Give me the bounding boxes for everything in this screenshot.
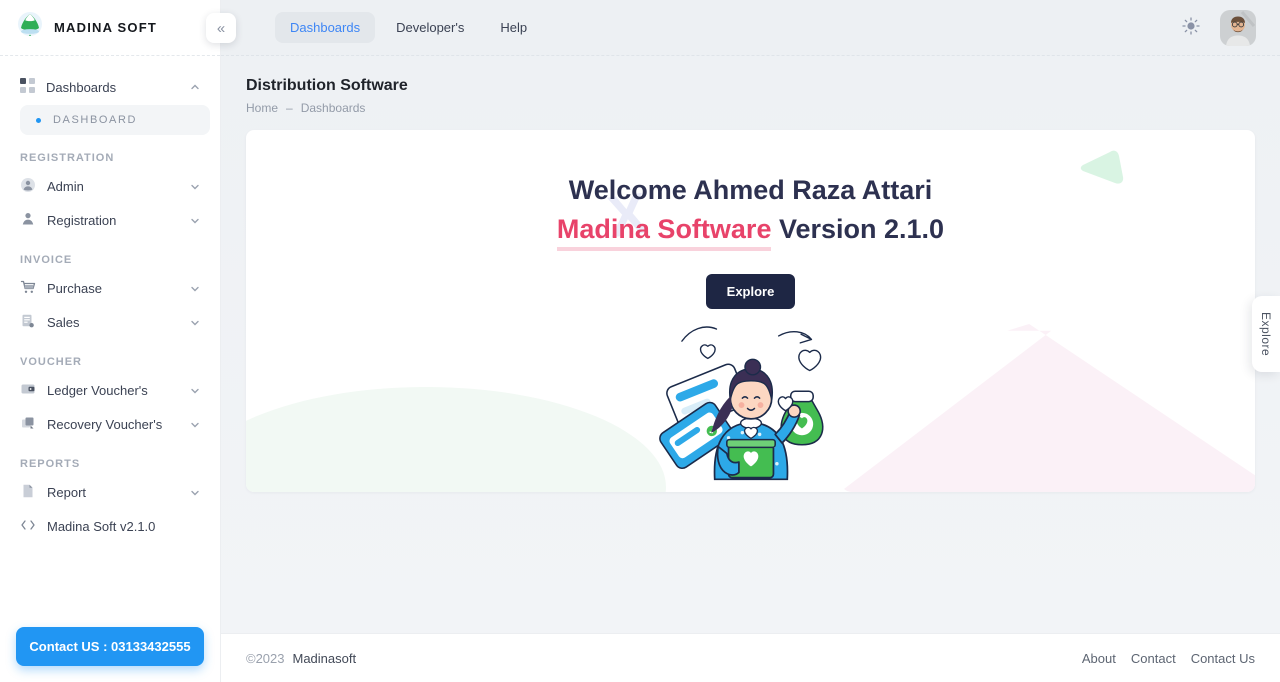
chevron-down-icon [190,216,200,226]
section-registration: REGISTRATION [10,152,210,164]
sidebar-item-label: Purchase [47,281,179,296]
tab-developers[interactable]: Developer's [381,12,479,43]
explore-side-tab-label: Explore [1259,312,1273,356]
documents-icon [20,415,36,434]
page-title: Distribution Software [246,77,1255,95]
breadcrumb: Home – Dashboards [246,101,1255,115]
sidebar-subitem-dashboard[interactable]: DASHBOARD [20,105,210,135]
sidebar-collapse-button[interactable]: « [206,13,236,43]
sidebar-item-ledger-vouchers[interactable]: Ledger Voucher's [10,374,210,407]
sidebar-item-label: Ledger Voucher's [47,383,179,398]
welcome-text: Welcome Ahmed Raza Attari Madina Softwar… [246,130,1255,483]
topbar-tabs: Dashboards Developer's Help [275,12,542,43]
tab-help[interactable]: Help [485,12,542,43]
chevron-down-icon [190,318,200,328]
sidebar-item-sales[interactable]: Sales [10,306,210,339]
grid-icon [20,78,35,96]
chevron-down-icon [190,182,200,192]
sidebar-subitem-label: DASHBOARD [53,114,137,126]
sidebar-item-label: Recovery Voucher's [47,417,179,432]
explore-side-tab[interactable]: Explore [1252,296,1280,372]
invoice-icon [20,313,36,332]
footer-link-about[interactable]: About [1082,651,1116,666]
sidebar-item-dashboards[interactable]: Dashboards [10,71,210,103]
welcome-card: X Welcome Ahmed Raza Attari Madina Softw… [246,130,1255,492]
document-icon [20,483,36,502]
content-area: Distribution Software Home – Dashboards … [221,56,1280,633]
breadcrumb-home[interactable]: Home [246,101,278,115]
person-icon [20,211,36,230]
footer: ©2023 Madinasoft About Contact Contact U… [221,633,1280,682]
sidebar-menu: Dashboards DASHBOARD REGISTRATION [0,56,220,682]
welcome-illustration [656,315,846,483]
footer-link-contact[interactable]: Contact [1131,651,1176,666]
copyright-text: ©2023 [246,651,285,666]
breadcrumb-separator: – [286,101,293,115]
sidebar-item-label: Admin [47,179,179,194]
tab-dashboards[interactable]: Dashboards [275,12,375,43]
sidebar-item-purchase[interactable]: Purchase [10,272,210,305]
company-name: Madinasoft [293,651,357,666]
welcome-version: Version 2.1.0 [771,214,944,244]
chevron-down-icon [190,386,200,396]
sidebar-item-version[interactable]: Madina Soft v2.1.0 [10,510,210,543]
chevron-down-icon [190,488,200,498]
breadcrumb-current: Dashboards [301,101,366,115]
topbar-right [1182,10,1256,46]
app-window: MADINA SOFT Dashboards [0,0,1280,682]
sidebar-item-label: Dashboards [46,80,179,95]
section-voucher: VOUCHER [10,356,210,368]
contact-us-button[interactable]: Contact US : 03133432555 [16,627,204,666]
sidebar: MADINA SOFT Dashboards [0,0,221,682]
sidebar-item-label: Report [47,485,179,500]
sidebar-item-label: Madina Soft v2.1.0 [47,519,200,534]
welcome-line1: Welcome Ahmed Raza Attari [246,172,1255,210]
sidebar-item-label: Sales [47,315,179,330]
chevron-down-icon [190,420,200,430]
brand[interactable]: MADINA SOFT [0,0,220,56]
section-reports: REPORTS [10,458,210,470]
main-column: « Dashboards Developer's Help [221,0,1280,682]
bullet-dot-icon [36,118,41,123]
sidebar-item-report[interactable]: Report [10,476,210,509]
topbar: « Dashboards Developer's Help [221,0,1280,56]
user-avatar[interactable] [1220,10,1256,46]
sidebar-item-admin[interactable]: Admin [10,170,210,203]
welcome-line2: Madina Software Version 2.1.0 [246,210,1255,249]
cart-icon [20,279,36,298]
chevron-up-icon [190,82,200,92]
sun-icon [1182,17,1200,38]
welcome-highlight: Madina Software [557,214,772,251]
sidebar-item-registration[interactable]: Registration [10,204,210,237]
section-invoice: INVOICE [10,254,210,266]
theme-toggle-button[interactable] [1182,17,1200,38]
admin-user-icon [20,177,36,196]
sidebar-item-label: Registration [47,213,179,228]
footer-links: About Contact Contact Us [1082,651,1255,666]
brand-logo-icon [16,11,44,44]
wallet-icon [20,381,36,400]
brand-name: MADINA SOFT [54,20,157,35]
chevron-down-icon [190,284,200,294]
sidebar-item-recovery-vouchers[interactable]: Recovery Voucher's [10,408,210,441]
explore-button[interactable]: Explore [706,274,796,309]
code-icon [20,517,36,536]
footer-link-contact-us[interactable]: Contact Us [1191,651,1255,666]
